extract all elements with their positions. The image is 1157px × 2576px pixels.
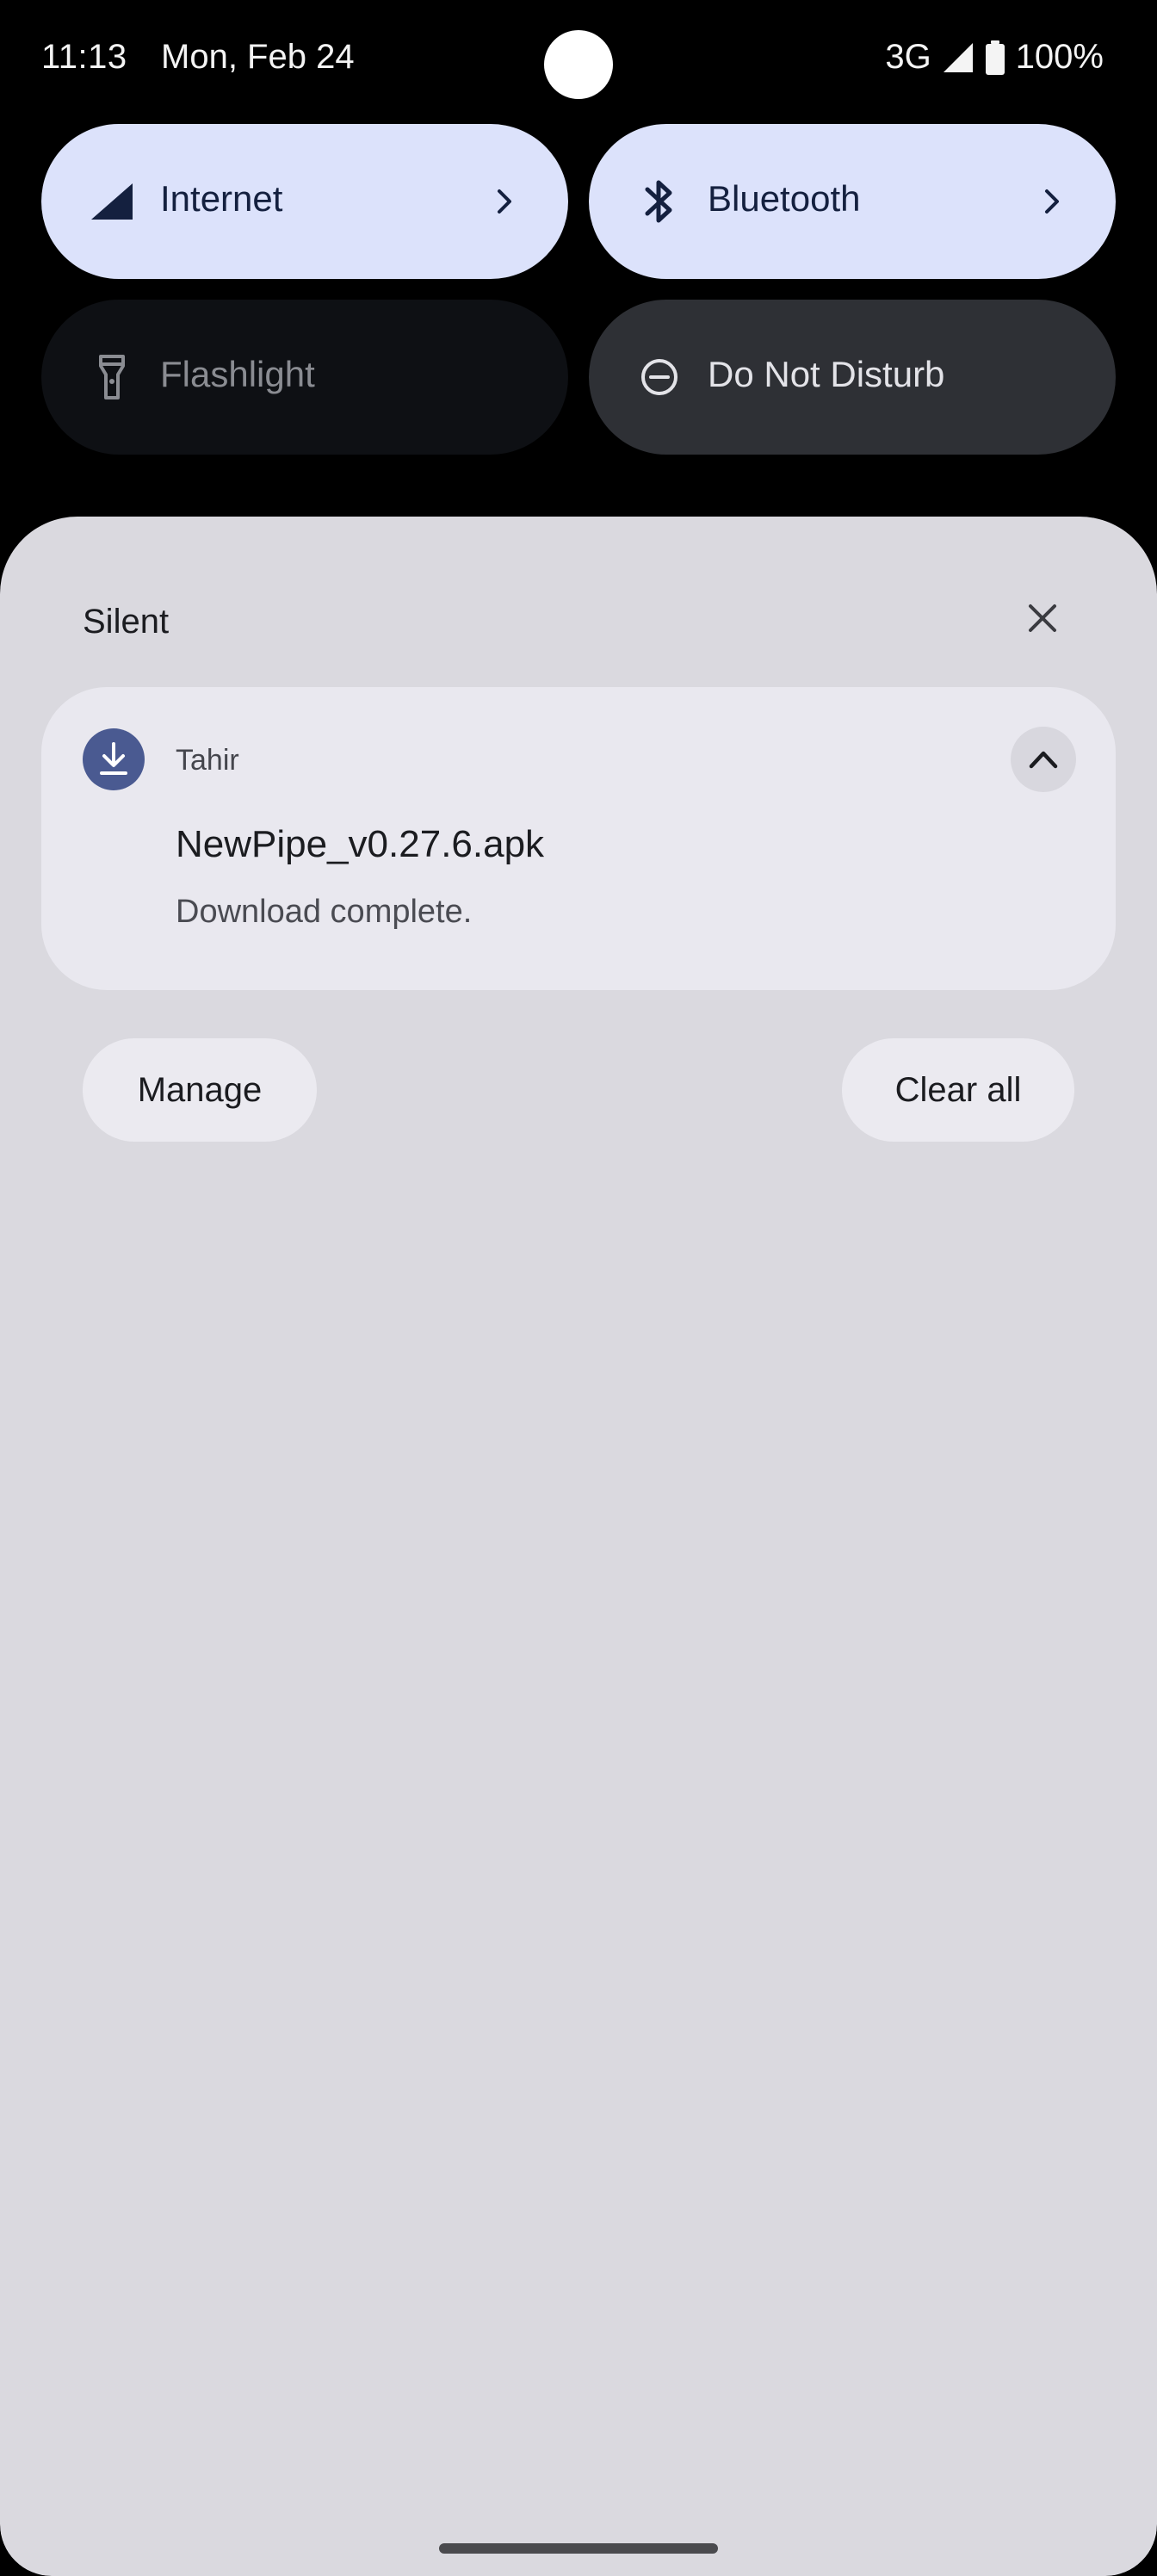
notification-app-name: Tahir	[176, 744, 239, 777]
close-section-button[interactable]	[1020, 596, 1065, 641]
notification-text: Download complete.	[176, 894, 473, 930]
notification-card[interactable]: Tahir NewPipe_v0.27.6.apk Download compl…	[41, 687, 1116, 990]
collapse-notification-button[interactable]	[1011, 727, 1076, 792]
chevron-right-icon	[498, 189, 511, 214]
clear-all-button[interactable]: Clear all	[842, 1038, 1074, 1142]
status-icons: 3G 100%	[885, 38, 1104, 77]
screen: 11:13 Mon, Feb 24 3G 100% Internet Bluet…	[0, 0, 1157, 2576]
tile-dnd-label: Do Not Disturb	[708, 354, 945, 394]
flashlight-icon	[86, 351, 138, 403]
network-type: 3G	[885, 38, 931, 76]
dnd-icon	[634, 351, 685, 403]
status-bar: 11:13 Mon, Feb 24 3G 100%	[0, 0, 1157, 121]
tile-internet[interactable]: Internet	[41, 124, 568, 279]
battery-icon	[985, 40, 1005, 75]
bluetooth-icon	[634, 176, 685, 227]
battery-level: 100%	[1015, 38, 1104, 76]
gesture-handle[interactable]	[439, 2543, 718, 2554]
signal-icon	[86, 176, 138, 227]
notification-title: NewPipe_v0.27.6.apk	[176, 823, 545, 865]
tile-flashlight[interactable]: Flashlight	[41, 300, 568, 455]
manage-button[interactable]: Manage	[83, 1038, 317, 1142]
tile-internet-label: Internet	[160, 178, 283, 219]
tile-flashlight-label: Flashlight	[160, 354, 315, 394]
section-header-silent: Silent	[83, 603, 170, 641]
chevron-up-icon	[1029, 751, 1058, 769]
tile-do-not-disturb[interactable]: Do Not Disturb	[589, 300, 1116, 455]
camera-cutout	[544, 30, 613, 99]
download-icon	[83, 728, 145, 790]
close-icon	[1029, 604, 1056, 632]
chevron-right-icon	[1045, 189, 1059, 214]
tile-bluetooth-label: Bluetooth	[708, 178, 861, 219]
status-date: Mon, Feb 24	[161, 38, 355, 76]
signal-icon	[943, 42, 973, 72]
notification-shade: Silent Tahir NewPipe_v0.27.6.apk Downloa…	[0, 517, 1157, 2576]
status-time: 11:13	[41, 38, 127, 76]
tile-bluetooth[interactable]: Bluetooth	[589, 124, 1116, 279]
